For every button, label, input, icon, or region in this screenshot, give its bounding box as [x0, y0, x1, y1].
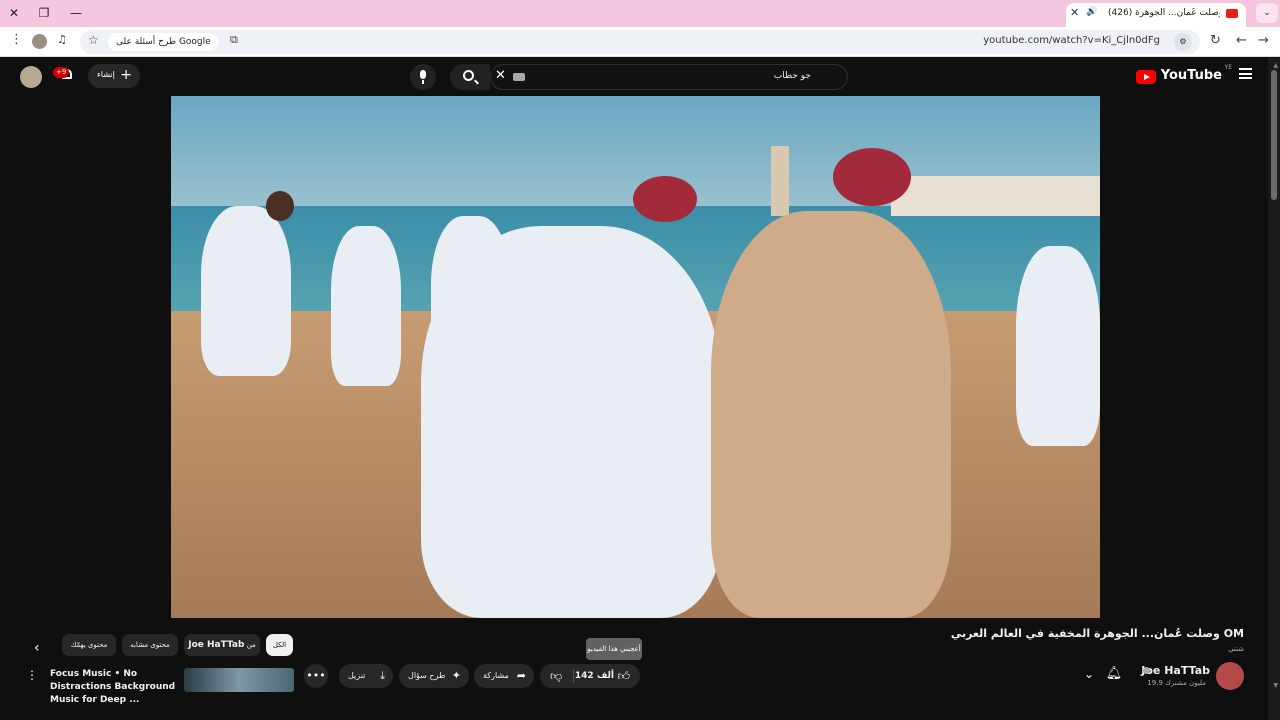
- install-app-icon[interactable]: ⧉: [230, 33, 238, 47]
- forward-icon[interactable]: ←: [1236, 33, 1247, 48]
- dancer-head: [266, 191, 294, 221]
- download-button[interactable]: ⤓ تنزيل: [339, 664, 393, 688]
- browser-window: ✕ ❐ — + ✕ 🔊 (426) وصلت عُمان... الجوهرة …: [0, 0, 1280, 720]
- video-tower: [771, 146, 789, 216]
- search-button[interactable]: [450, 64, 490, 90]
- logo-text: YouTube: [1160, 68, 1222, 83]
- verified-icon: [1143, 667, 1150, 674]
- channel-name[interactable]: Joe HaTTab: [1141, 664, 1210, 677]
- dancer-figure: [711, 211, 951, 618]
- like-dislike-control: 👍︎ 142 ألف 👎︎: [540, 664, 640, 688]
- bookmark-star-icon[interactable]: ☆: [88, 33, 99, 47]
- download-label: تنزيل: [348, 671, 366, 680]
- tab-strip: ✕ ❐ — + ✕ 🔊 (426) وصلت عُمان... الجوهرة …: [0, 0, 1280, 27]
- dancer-figure: [421, 226, 721, 618]
- chip-from-prefix: من: [246, 641, 256, 649]
- tab-audio-icon[interactable]: 🔊: [1086, 7, 1097, 17]
- scroll-up-icon[interactable]: ▲: [1273, 62, 1278, 69]
- share-label: مشاركة: [483, 671, 509, 680]
- create-label: إنشاء: [97, 70, 115, 79]
- like-tooltip: أعجبني هذا الفيديو: [586, 638, 642, 660]
- restore-window-icon[interactable]: ❐: [34, 4, 54, 22]
- video-title: وصلت عُمان... الجوهرة المخفية في العالم …: [950, 627, 1244, 640]
- browser-tab[interactable]: ✕ 🔊 (426) وصلت عُمان... الجوهرة: [1066, 3, 1246, 27]
- ask-label: طرح سؤال: [408, 671, 446, 680]
- ask-button[interactable]: ✦ طرح سؤال: [399, 664, 469, 688]
- account-avatar[interactable]: [20, 66, 42, 88]
- video-tag[interactable]: شنتي: [1228, 645, 1244, 653]
- address-bar[interactable]: ☆ طرح أسئلة على Google ⧉ youtube.com/wat…: [80, 30, 1200, 54]
- url-text[interactable]: youtube.com/watch?v=Ki_Cjln0dFg: [983, 35, 1160, 46]
- chevron-left-icon[interactable]: ‹: [34, 640, 40, 656]
- channel-avatar[interactable]: [1216, 662, 1244, 690]
- media-control-icon[interactable]: ♫: [57, 33, 67, 46]
- tab-close-icon[interactable]: ✕: [1070, 6, 1079, 19]
- search-query[interactable]: جو حطاب: [774, 71, 811, 81]
- tab-search-icon[interactable]: ⌄: [1256, 3, 1278, 23]
- share-button[interactable]: ➦ مشاركة: [474, 664, 534, 688]
- chip-from-channel[interactable]: Joe HaTTab من: [184, 634, 260, 656]
- dancer-figure: [331, 226, 401, 386]
- dancer-figure: [1016, 246, 1100, 446]
- video-town: [891, 176, 1100, 216]
- sparkle-icon: ✦: [451, 669, 461, 682]
- plus-icon: +: [120, 67, 132, 83]
- search-input[interactable]: ✕ جو حطاب: [490, 64, 848, 90]
- clear-search-icon[interactable]: ✕: [495, 68, 506, 83]
- like-divider: [573, 669, 574, 683]
- recommended-menu-icon[interactable]: ⋮: [26, 668, 38, 682]
- subscriber-count: 19.9 مليون مشترك: [1147, 679, 1206, 687]
- share-icon: ➦: [516, 669, 526, 682]
- guide-menu-icon[interactable]: [1239, 68, 1252, 79]
- search-icon: [463, 70, 474, 81]
- ask-google-chip[interactable]: طرح أسئلة على Google: [108, 33, 219, 51]
- browser-menu-icon[interactable]: ⋮: [10, 32, 23, 47]
- dancer-turban: [833, 148, 911, 206]
- minimize-window-icon[interactable]: —: [66, 4, 86, 22]
- like-count[interactable]: 142 ألف: [575, 664, 614, 688]
- chevron-down-icon[interactable]: ⌄: [1084, 667, 1094, 681]
- notifications-badge: +9: [53, 67, 70, 78]
- country-code: YE: [1224, 64, 1232, 71]
- chip-channel-name: Joe HaTTab: [188, 640, 245, 650]
- reload-icon[interactable]: ↻: [1210, 33, 1221, 48]
- recommended-title[interactable]: Focus Music • No Distractions Background…: [50, 668, 178, 707]
- chip-for-you[interactable]: محتوى يهمّك: [62, 634, 116, 656]
- youtube-play-icon: [1136, 70, 1156, 84]
- tab-title: (426) وصلت عُمان... الجوهرة: [1108, 8, 1220, 18]
- more-actions-icon[interactable]: •••: [304, 664, 328, 688]
- profile-avatar[interactable]: [32, 34, 47, 49]
- voice-search-icon[interactable]: [410, 64, 436, 90]
- chip-all[interactable]: الكل: [266, 634, 293, 656]
- scroll-down-icon[interactable]: ▼: [1273, 682, 1278, 689]
- keyboard-icon[interactable]: [513, 73, 525, 81]
- youtube-header: YouTube YE ✕ جو حطاب + إنشاء +9: [0, 58, 1280, 96]
- site-info-icon[interactable]: ⚙: [1174, 33, 1192, 51]
- close-window-icon[interactable]: ✕: [4, 4, 24, 22]
- youtube-favicon-icon: [1226, 9, 1238, 18]
- recommended-thumbnail[interactable]: [184, 668, 294, 692]
- subscription-bell-icon[interactable]: 🔔︎: [1104, 666, 1124, 686]
- scrollbar-thumb[interactable]: [1271, 70, 1277, 200]
- chip-related[interactable]: محتوى مشابه: [122, 634, 178, 656]
- dancer-figure: [201, 206, 291, 376]
- dancer-turban: [633, 176, 697, 222]
- like-icon[interactable]: 👍︎: [617, 664, 630, 688]
- browser-toolbar: ⋮ ♫ ☆ طرح أسئلة على Google ⧉ youtube.com…: [0, 27, 1280, 57]
- back-icon[interactable]: →: [1258, 33, 1269, 48]
- video-player[interactable]: [171, 96, 1100, 618]
- download-icon: ⤓: [380, 669, 385, 682]
- create-button[interactable]: + إنشاء: [88, 64, 140, 88]
- dislike-icon[interactable]: 👎︎: [550, 664, 562, 688]
